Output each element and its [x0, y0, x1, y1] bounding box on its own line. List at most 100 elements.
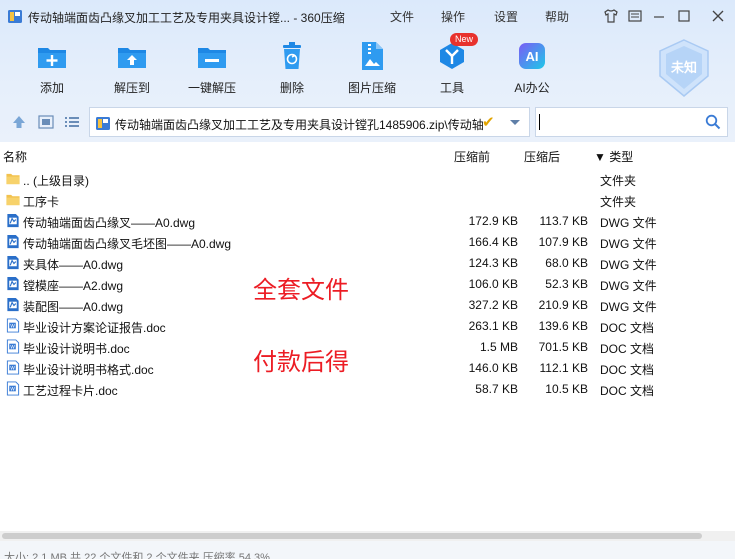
- column-name[interactable]: 名称: [3, 148, 27, 165]
- archive-icon: [96, 117, 110, 130]
- file-row[interactable]: 装配图——A0.dwg 327.2 KB 210.9 KB DWG 文件: [0, 294, 735, 315]
- delete-button[interactable]: 删除: [258, 38, 326, 98]
- unknown-label: 未知: [670, 60, 697, 76]
- doc-file-icon: W: [6, 339, 20, 354]
- file-packed-size: 106.0 KB: [468, 277, 518, 291]
- one-click-extract-button[interactable]: 一键解压: [178, 38, 246, 98]
- svg-text:W: W: [10, 323, 15, 329]
- file-type: DWG 文件: [600, 279, 657, 293]
- app-logo-icon: [8, 10, 22, 23]
- ai-office-icon: AI: [519, 43, 545, 69]
- close-icon: [712, 10, 724, 22]
- add-icon: [38, 48, 66, 68]
- file-row[interactable]: W 毕业设计说明书.doc 1.5 MB 701.5 KB DOC 文档: [0, 336, 735, 357]
- image-compress-icon: [362, 42, 383, 70]
- file-packed-size: 172.9 KB: [468, 214, 518, 228]
- file-name: .. (上级目录): [23, 174, 89, 188]
- maximize-button[interactable]: [673, 5, 695, 27]
- up-arrow-icon[interactable]: [11, 115, 27, 129]
- folder-icon: [6, 173, 20, 185]
- close-button[interactable]: [707, 5, 729, 27]
- thumbnail-view-icon[interactable]: [38, 115, 54, 129]
- list-view-icon[interactable]: [64, 115, 80, 129]
- menu-operation[interactable]: 操作: [441, 8, 465, 25]
- file-row[interactable]: W 工艺过程卡片.doc 58.7 KB 10.5 KB DOC 文档: [0, 378, 735, 399]
- delete-icon: [283, 42, 301, 69]
- ai-office-label: AI办公: [514, 81, 550, 95]
- menu-file[interactable]: 文件: [390, 8, 414, 25]
- verified-check-icon: ✔: [482, 114, 495, 131]
- dwg-file-icon: [7, 213, 19, 228]
- file-name: 工艺过程卡片.doc: [23, 384, 118, 398]
- scrollbar-thumb[interactable]: [2, 533, 702, 539]
- status-bar: 大小: 2.1 MB 共 22 个文件和 2 个文件夹 压缩率 54.3%: [0, 541, 735, 559]
- chevron-down-icon[interactable]: [508, 115, 522, 129]
- file-row[interactable]: 工序卡 文件夹: [0, 189, 735, 210]
- file-compressed-size: 52.3 KB: [545, 277, 588, 291]
- address-path: 传动轴端面齿凸缘叉加工工艺及专用夹具设计镗孔1485906.zip\传动轴: [115, 118, 484, 132]
- file-packed-size: 1.5 MB: [479, 340, 518, 354]
- status-text: 大小: 2.1 MB 共 22 个文件和 2 个文件夹 压缩率 54.3%: [4, 552, 270, 559]
- doc-file-icon: W: [6, 318, 20, 333]
- file-compressed-size: 139.6 KB: [538, 319, 588, 333]
- watermark-text-2: 付款后得: [253, 349, 349, 376]
- file-type: DWG 文件: [600, 258, 657, 272]
- skin-button[interactable]: [600, 5, 622, 27]
- file-type: DWG 文件: [600, 237, 657, 251]
- file-row[interactable]: W 毕业设计说明书格式.doc 146.0 KB 112.1 KB DOC 文档: [0, 357, 735, 378]
- shield-icon: 未知: [659, 39, 709, 97]
- file-row[interactable]: W 毕业设计方案论证报告.doc 263.1 KB 139.6 KB DOC 文档: [0, 315, 735, 336]
- one-click-extract-label: 一键解压: [187, 81, 236, 95]
- file-packed-size: 327.2 KB: [468, 298, 518, 312]
- menu-settings[interactable]: 设置: [494, 8, 518, 25]
- delete-label: 删除: [279, 81, 304, 95]
- file-packed-size: 124.3 KB: [468, 256, 518, 270]
- menu-help[interactable]: 帮助: [545, 8, 569, 25]
- file-packed-size: 146.0 KB: [468, 361, 518, 375]
- watermark-text-1: 全套文件: [253, 277, 349, 304]
- shirt-icon: [604, 9, 618, 23]
- file-name: 工序卡: [23, 195, 60, 209]
- file-row[interactable]: 夹具体——A0.dwg 124.3 KB 68.0 KB DWG 文件: [0, 252, 735, 273]
- file-row[interactable]: 镗模座——A2.dwg 106.0 KB 52.3 KB DWG 文件: [0, 273, 735, 294]
- image-compress-button[interactable]: 图片压缩: [338, 38, 406, 98]
- app-window: 传动轴端面齿凸缘叉加工工艺及专用夹具设计镗... - 360压缩 文件 操作 设…: [0, 0, 735, 559]
- horizontal-scrollbar[interactable]: [0, 531, 735, 541]
- add-button[interactable]: 添加: [18, 38, 86, 98]
- file-row[interactable]: 传动轴端面齿凸缘叉毛坯图——A0.dwg 166.4 KB 107.9 KB DWG …: [0, 231, 735, 252]
- file-row[interactable]: .. (上级目录) 文件夹: [0, 168, 735, 189]
- file-compressed-size: 10.5 KB: [545, 382, 588, 396]
- file-name: 装配图——A0.dwg: [23, 300, 124, 314]
- address-bar[interactable]: 传动轴端面齿凸缘叉加工工艺及专用夹具设计镗孔1485906.zip\传动轴 ✔: [89, 107, 530, 137]
- file-type: DOC 文档: [600, 384, 655, 398]
- file-name: 镗模座——A2.dwg: [23, 279, 124, 293]
- window-title: 传动轴端面齿凸缘叉加工工艺及专用夹具设计镗... - 360压缩: [28, 11, 345, 25]
- file-name: 毕业设计说明书格式.doc: [23, 363, 154, 377]
- file-type: DOC 文档: [600, 363, 655, 377]
- minimize-button[interactable]: [648, 5, 670, 27]
- ai-office-button[interactable]: AI AI办公: [498, 38, 566, 98]
- dwg-file-icon: [7, 297, 19, 312]
- column-type[interactable]: ▼ 类型: [594, 148, 633, 165]
- file-row[interactable]: 传动轴端面齿凸缘叉——A0.dwg 172.9 KB 113.7 KB DWG 文件: [0, 210, 735, 231]
- file-name: 传动轴端面齿凸缘叉——A0.dwg: [23, 216, 196, 230]
- tools-button[interactable]: 工具: [418, 38, 486, 98]
- unknown-security-badge[interactable]: 未知: [656, 38, 712, 98]
- file-packed-size: 166.4 KB: [468, 235, 518, 249]
- ai-glyph: AI: [526, 49, 539, 64]
- file-compressed-size: 701.5 KB: [538, 340, 588, 354]
- file-type: DWG 文件: [600, 216, 657, 230]
- search-input[interactable]: [535, 107, 728, 137]
- search-icon[interactable]: [705, 114, 721, 130]
- file-type: 文件夹: [600, 174, 637, 188]
- svg-text:W: W: [10, 344, 15, 350]
- extract-to-button[interactable]: 解压到: [98, 38, 166, 98]
- file-compressed-size: 107.9 KB: [538, 235, 588, 249]
- column-size[interactable]: 压缩后: [524, 148, 560, 165]
- new-badge: New: [450, 33, 479, 46]
- minimize-icon: [654, 16, 664, 18]
- menu-button[interactable]: [624, 5, 646, 27]
- doc-file-icon: W: [6, 381, 20, 396]
- column-packed[interactable]: 压缩前: [454, 148, 490, 165]
- dwg-file-icon: [7, 234, 19, 249]
